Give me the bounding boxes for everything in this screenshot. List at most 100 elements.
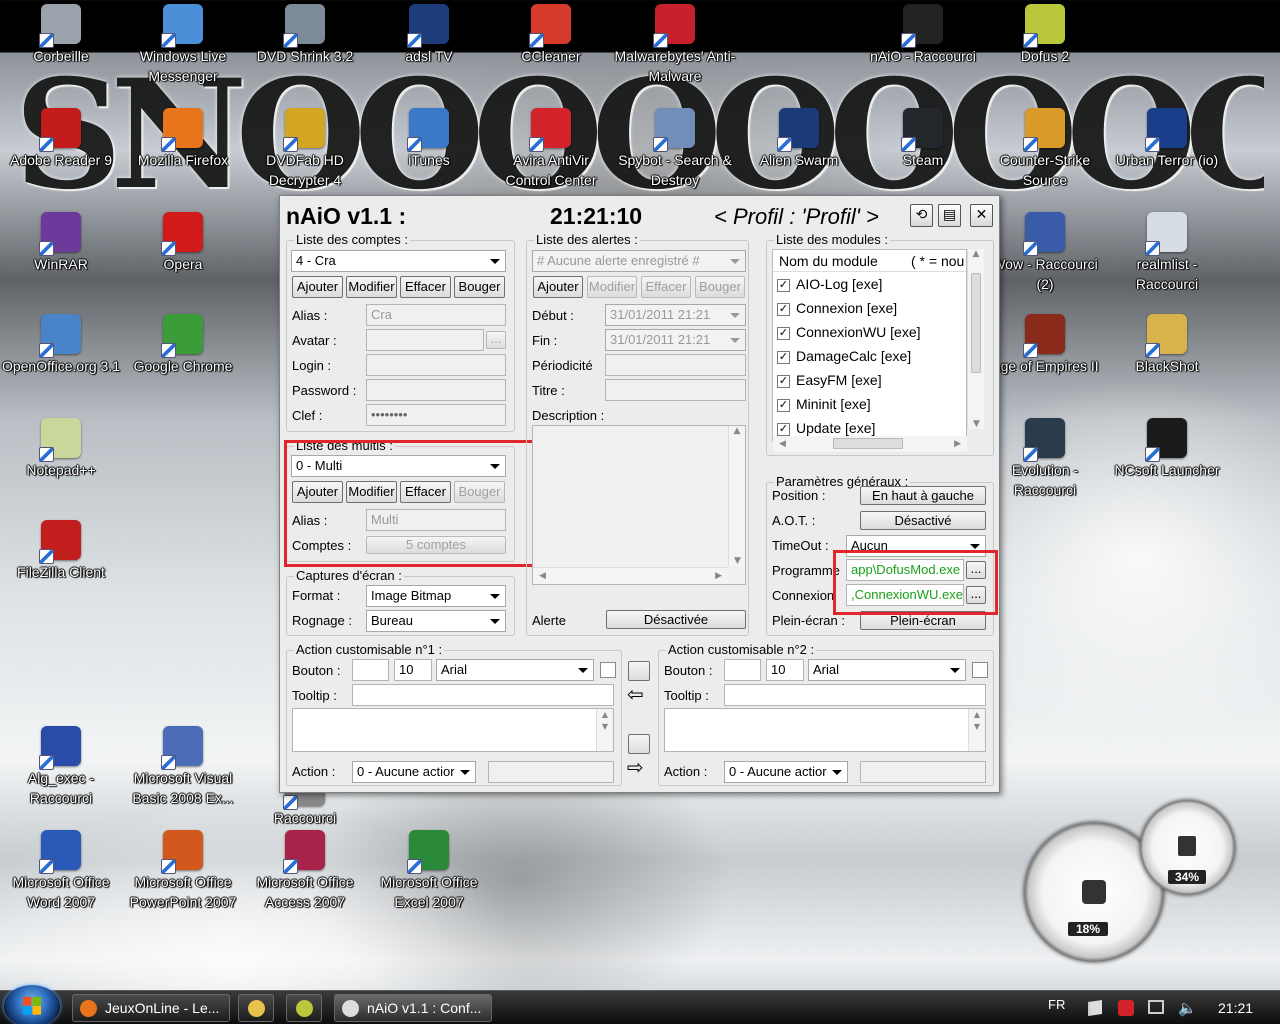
desktop-icon[interactable]: Steam bbox=[862, 108, 984, 170]
close-icon[interactable]: ✕ bbox=[970, 204, 993, 227]
taskbar-button[interactable]: JeuxOnLine - Le... bbox=[72, 994, 230, 1022]
alerts-add-button[interactable]: Ajouter bbox=[533, 276, 583, 298]
desktop-icon[interactable]: Age of Empires II bbox=[984, 314, 1106, 376]
desktop-icon[interactable]: Microsoft Office Word 2007 bbox=[0, 830, 122, 912]
module-checkbox[interactable]: ✓ bbox=[777, 398, 790, 412]
desktop-icon[interactable]: Urban Terror (io) bbox=[1106, 108, 1228, 170]
action1-action-select[interactable]: 0 - Aucune actior bbox=[352, 761, 476, 783]
action1-tooltip-field[interactable] bbox=[352, 684, 614, 706]
desktop-icon[interactable]: Notepad++ bbox=[0, 418, 122, 480]
alerts-move-button[interactable]: Bouger bbox=[695, 276, 745, 298]
module-checkbox[interactable]: ✓ bbox=[777, 422, 790, 436]
desktop-icon[interactable]: Windows Live Messenger bbox=[122, 4, 244, 86]
alerts-select[interactable]: # Aucune alerte enregistré # bbox=[532, 250, 746, 272]
swap-bottom-button[interactable] bbox=[628, 734, 650, 754]
avira-tray-icon[interactable] bbox=[1118, 1000, 1134, 1016]
login-field[interactable] bbox=[366, 354, 506, 376]
desktop-icon[interactable]: Malwarebytes' Anti-Malware bbox=[614, 4, 736, 86]
modules-list[interactable]: Nom du module ( * = nou ✓ AIO-Log [exe] ✓ C… bbox=[772, 249, 967, 441]
action1-script-textarea[interactable] bbox=[292, 708, 614, 752]
desktop-icon[interactable]: Wow - Raccourci (2) bbox=[984, 212, 1106, 294]
toggle-view-button[interactable]: ⟲ bbox=[910, 204, 933, 227]
password-field[interactable] bbox=[366, 379, 506, 401]
alerts-edit-button[interactable]: Modifier bbox=[587, 276, 637, 298]
desktop-icon[interactable]: iTunes bbox=[368, 108, 490, 170]
module-name-header[interactable]: Nom du module bbox=[779, 253, 878, 269]
module-item[interactable]: ✓ DamageCalc [exe] bbox=[773, 344, 966, 368]
desktop-icon[interactable]: Opera bbox=[122, 212, 244, 274]
action2-param-field[interactable] bbox=[860, 761, 986, 783]
desktop-icon[interactable]: adsl TV bbox=[368, 4, 490, 66]
start-button[interactable] bbox=[4, 985, 60, 1024]
alert-toggle-button[interactable]: Désactivée bbox=[606, 610, 746, 629]
format-select[interactable]: Image Bitmap bbox=[366, 585, 506, 607]
modules-horizontal-scrollbar[interactable]: ◀ ▶ bbox=[773, 436, 967, 452]
start-datetime[interactable]: 31/01/2011 21:21 bbox=[605, 304, 746, 326]
action1-param-field[interactable] bbox=[488, 761, 614, 783]
module-checkbox[interactable]: ✓ bbox=[777, 350, 790, 364]
desktop-icon[interactable]: Alien Swarm bbox=[738, 108, 860, 170]
description-textarea[interactable] bbox=[532, 425, 746, 585]
alerts-delete-button[interactable]: Effacer bbox=[641, 276, 691, 298]
action1-button-text-field[interactable] bbox=[352, 659, 389, 681]
accounts-move-button[interactable]: Bouger bbox=[454, 276, 505, 298]
desktop-icon[interactable]: Microsoft Office PowerPoint 2007 bbox=[122, 830, 244, 912]
action1-font-size-field[interactable]: 10 bbox=[394, 659, 432, 681]
taskbar-button[interactable] bbox=[286, 994, 322, 1022]
desktop-icon[interactable]: DVDFab HD Decrypter 4 bbox=[244, 108, 366, 190]
desktop-icon[interactable]: Microsoft Office Excel 2007 bbox=[368, 830, 490, 912]
desktop-icon[interactable]: Avira AntiVir Control Center bbox=[490, 108, 612, 190]
rognage-select[interactable]: Bureau bbox=[366, 610, 506, 632]
flag-icon[interactable] bbox=[1088, 1000, 1102, 1016]
desktop-icon[interactable]: Mozilla Firefox bbox=[122, 108, 244, 170]
accounts-add-button[interactable]: Ajouter bbox=[292, 276, 343, 298]
desktop-icon[interactable]: OpenOffice.org 3.1 bbox=[0, 314, 122, 376]
network-icon[interactable] bbox=[1148, 1000, 1164, 1014]
action1-font-select[interactable]: Arial bbox=[436, 659, 594, 681]
notes-icon[interactable]: ▤ bbox=[938, 204, 961, 227]
module-item[interactable]: ✓ Mininit [exe] bbox=[773, 392, 966, 416]
end-datetime[interactable]: 31/01/2011 21:21 bbox=[605, 329, 746, 351]
desktop-icon[interactable]: Microsoft Visual Basic 2008 Ex... bbox=[122, 726, 244, 808]
desktop-icon[interactable]: NCsoft Launcher bbox=[1106, 418, 1228, 480]
accounts-edit-button[interactable]: Modifier bbox=[346, 276, 397, 298]
language-indicator[interactable]: FR bbox=[1048, 997, 1065, 1012]
description-horizontal-scrollbar[interactable]: ◀ ▶ bbox=[533, 567, 728, 584]
avatar-field[interactable] bbox=[366, 329, 484, 351]
desktop-icon[interactable]: Evolution - Raccourci bbox=[984, 418, 1106, 500]
taskbar-button[interactable] bbox=[238, 994, 274, 1022]
position-button[interactable]: En haut à gauche bbox=[860, 486, 986, 505]
desktop-icon[interactable]: Google Chrome bbox=[122, 314, 244, 376]
module-checkbox[interactable]: ✓ bbox=[777, 278, 790, 292]
clock[interactable]: 21:21 bbox=[1218, 1000, 1253, 1016]
desktop-icon[interactable]: Microsoft Office Access 2007 bbox=[244, 830, 366, 912]
module-checkbox[interactable]: ✓ bbox=[777, 326, 790, 340]
swap-top-button[interactable] bbox=[628, 661, 650, 681]
taskbar-button[interactable]: nAiO v1.1 : Conf... bbox=[334, 994, 492, 1022]
arrow-right-icon[interactable]: ⇨ bbox=[627, 755, 644, 779]
aot-button[interactable]: Désactivé bbox=[860, 511, 986, 530]
module-item[interactable]: ✓ ConnexionWU [exe] bbox=[773, 320, 966, 344]
module-checkbox[interactable]: ✓ bbox=[777, 374, 790, 388]
action2-script-textarea[interactable] bbox=[664, 708, 986, 752]
desktop-icon[interactable]: Alg_exec - Raccourci bbox=[0, 726, 122, 808]
desktop-icon[interactable]: FileZilla Client bbox=[0, 520, 122, 582]
desktop-icon[interactable]: nAiO - Raccourci bbox=[862, 4, 984, 66]
accounts-delete-button[interactable]: Effacer bbox=[400, 276, 451, 298]
action1-checkbox[interactable] bbox=[600, 662, 616, 678]
description-vertical-scrollbar[interactable]: ▲ ▼ bbox=[728, 426, 745, 566]
action2-scrollbar[interactable]: ▲ ▼ bbox=[968, 709, 985, 751]
desktop-icon[interactable]: CCleaner bbox=[490, 4, 612, 66]
action2-tooltip-field[interactable] bbox=[724, 684, 986, 706]
desktop-icon[interactable]: Spybot - Search & Destroy bbox=[614, 108, 736, 190]
action2-button-text-field[interactable] bbox=[724, 659, 761, 681]
volume-icon[interactable]: 🔈 bbox=[1178, 999, 1197, 1017]
desktop-icon[interactable]: DVD Shrink 3.2 bbox=[244, 4, 366, 66]
action2-font-select[interactable]: Arial bbox=[808, 659, 966, 681]
desktop-icon[interactable]: realmlist - Raccourci bbox=[1106, 212, 1228, 294]
avatar-browse-button[interactable]: ... bbox=[486, 331, 506, 349]
action2-action-select[interactable]: 0 - Aucune actior bbox=[724, 761, 848, 783]
module-item[interactable]: ✓ Connexion [exe] bbox=[773, 296, 966, 320]
accounts-select[interactable]: 4 - Cra bbox=[291, 250, 506, 272]
module-item[interactable]: ✓ EasyFM [exe] bbox=[773, 368, 966, 392]
